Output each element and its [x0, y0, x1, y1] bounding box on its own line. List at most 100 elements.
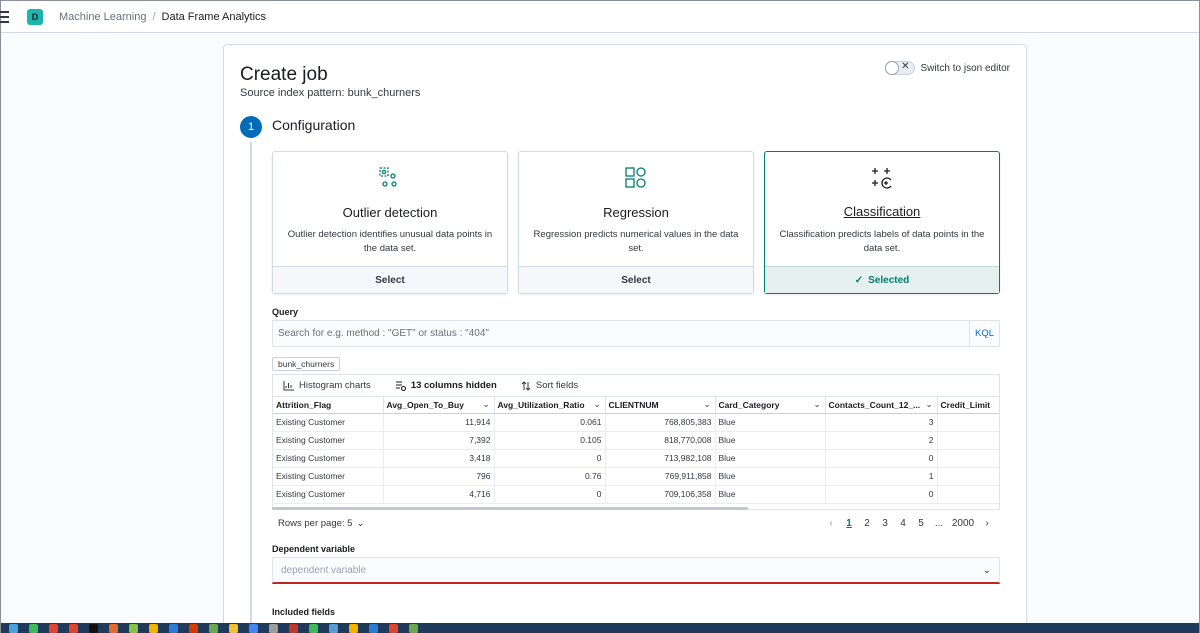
cell — [937, 485, 999, 504]
taskbar-app-icon[interactable] — [249, 624, 258, 633]
taskbar-app-icon[interactable] — [209, 624, 218, 633]
page-4-button[interactable]: 4 — [894, 518, 912, 529]
breadcrumb-machine-learning[interactable]: Machine Learning — [59, 11, 146, 23]
dependent-variable-label: Dependent variable — [272, 544, 356, 554]
histogram-charts-label: Histogram charts — [299, 380, 371, 391]
column-header-avg-open-to-buy[interactable]: Avg_Open_To_Buy ⌄ — [383, 397, 495, 414]
cell: 709,106,358 — [605, 485, 716, 504]
cell: 818,770,008 — [605, 431, 716, 450]
json-editor-switch[interactable]: ✕ Switch to json editor — [884, 61, 1011, 75]
windows-start-icon[interactable] — [9, 624, 18, 633]
select-button-regression[interactable]: Select — [519, 266, 753, 293]
chevron-down-icon: ⌄ — [925, 400, 933, 409]
previous-page-icon[interactable]: ‹ — [822, 518, 840, 529]
cell: 11,914 — [383, 413, 495, 432]
column-header-card-category[interactable]: Card_Category ⌄ — [715, 397, 826, 414]
taskbar-app-icon[interactable] — [49, 624, 58, 633]
taskbar-app-icon[interactable] — [349, 624, 358, 633]
taskbar-app-icon[interactable] — [149, 624, 158, 633]
json-editor-toggle[interactable]: ✕ — [884, 61, 915, 75]
table-row: Existing Customer 796 0.76 769,911,858 B… — [273, 467, 999, 486]
page-1-button[interactable]: 1 — [840, 518, 858, 529]
sort-icon — [521, 380, 531, 391]
create-job-panel: Create job Source index pattern: bunk_ch… — [223, 44, 1027, 633]
columns-hidden-icon — [395, 380, 406, 391]
taskbar-app-icon[interactable] — [169, 624, 178, 633]
dependent-variable-select[interactable]: dependent variable ⌄ — [272, 557, 1000, 584]
cell: Blue — [715, 413, 826, 432]
taskbar-app-icon[interactable] — [129, 624, 138, 633]
cell: 768,805,383 — [605, 413, 716, 432]
taskbar-app-icon[interactable] — [189, 624, 198, 633]
column-header-avg-utilization-ratio[interactable]: Avg_Utilization_Ratio ⌄ — [494, 397, 606, 414]
column-header-credit-limit[interactable]: Credit_Limit — [937, 397, 999, 414]
taskbar-app-icon[interactable] — [29, 624, 38, 633]
columns-hidden-button[interactable]: 13 columns hidden — [395, 380, 497, 391]
query-label: Query — [272, 307, 299, 317]
taskbar-app-icon[interactable] — [229, 624, 238, 633]
cell: Blue — [715, 449, 826, 468]
space-avatar[interactable]: D — [27, 8, 43, 25]
taskbar-app-icon[interactable] — [69, 624, 78, 633]
card-description: Outlier detection identifies unusual dat… — [287, 229, 493, 254]
taskbar-app-icon[interactable] — [409, 624, 418, 633]
column-header-contacts-count[interactable]: Contacts_Count_12_... ⌄ — [825, 397, 938, 414]
json-editor-label: Switch to json editor — [920, 62, 1011, 74]
page-subtitle: Source index pattern: bunk_churners — [240, 87, 421, 99]
data-grid: Attrition_Flag Avg_Open_To_Buy ⌄ Avg_Util… — [272, 396, 1000, 510]
job-type-card-classification[interactable]: Classification Classification predicts l… — [764, 151, 1000, 294]
pagination: ‹ 1 2 3 4 5 ... 2000 › — [822, 518, 996, 529]
cell — [937, 449, 999, 468]
step-title: Configuration — [272, 117, 356, 133]
columns-hidden-label: 13 columns hidden — [410, 380, 497, 391]
grid-header-row: Attrition_Flag Avg_Open_To_Buy ⌄ Avg_Util… — [273, 397, 999, 414]
cell: 4,716 — [383, 485, 495, 504]
taskbar-app-icon[interactable] — [109, 624, 118, 633]
cell: Existing Customer — [273, 485, 384, 504]
cell: 0 — [494, 449, 606, 468]
chevron-down-icon: ⌄ — [482, 400, 490, 409]
taskbar-app-icon[interactable] — [89, 624, 98, 633]
chevron-down-icon: ⌄ — [703, 400, 711, 409]
page-3-button[interactable]: 3 — [876, 518, 894, 529]
taskbar-app-icon[interactable] — [329, 624, 338, 633]
kql-button[interactable]: KQL — [969, 321, 999, 346]
cell: 0.061 — [494, 413, 606, 432]
cell: Existing Customer — [273, 467, 384, 486]
toggle-knob — [884, 61, 899, 75]
sort-fields-button[interactable]: Sort fields — [521, 380, 578, 391]
selected-button-classification[interactable]: ✓ Selected — [765, 266, 999, 293]
taskbar-app-icon[interactable] — [289, 624, 298, 633]
page-5-button[interactable]: 5 — [912, 518, 930, 529]
next-page-icon[interactable]: › — [978, 518, 996, 529]
page-title: Create job — [240, 64, 328, 85]
cell: 3 — [825, 413, 938, 432]
menu-icon[interactable] — [0, 10, 13, 23]
job-type-card-outlier-detection[interactable]: Outlier detection Outlier detection iden… — [272, 151, 508, 294]
card-title: Classification — [843, 204, 921, 219]
breadcrumb: Machine Learning / Data Frame Analytics — [59, 11, 266, 23]
column-header-clientnum[interactable]: CLIENTNUM ⌄ — [605, 397, 716, 414]
classification-icon — [870, 166, 894, 195]
card-description: Regression predicts numerical values in … — [533, 229, 739, 254]
horizontal-scrollbar[interactable] — [272, 507, 748, 510]
job-type-card-regression[interactable]: Regression Regression predicts numerical… — [518, 151, 754, 294]
breadcrumb-data-frame-analytics: Data Frame Analytics — [161, 10, 267, 23]
query-input[interactable] — [273, 321, 969, 346]
cell: Existing Customer — [273, 431, 384, 450]
cell: Blue — [715, 467, 826, 486]
histogram-charts-button[interactable]: Histogram charts — [283, 380, 371, 391]
rows-per-page-button[interactable]: Rows per page: 5 ⌄ — [278, 518, 364, 529]
cell — [937, 413, 999, 432]
taskbar-app-icon[interactable] — [269, 624, 278, 633]
column-header-attrition-flag[interactable]: Attrition_Flag — [273, 397, 384, 414]
last-page-button[interactable]: 2000 — [948, 518, 978, 529]
cell: 713,982,108 — [605, 449, 716, 468]
table-row: Existing Customer 7,392 0.105 818,770,00… — [273, 431, 999, 450]
select-button-outlier-detection[interactable]: Select — [273, 266, 507, 293]
page-2-button[interactable]: 2 — [858, 518, 876, 529]
taskbar-app-icon[interactable] — [389, 624, 398, 633]
taskbar-app-icon[interactable] — [309, 624, 318, 633]
included-fields-label: Included fields — [272, 607, 336, 617]
taskbar-app-icon[interactable] — [369, 624, 378, 633]
